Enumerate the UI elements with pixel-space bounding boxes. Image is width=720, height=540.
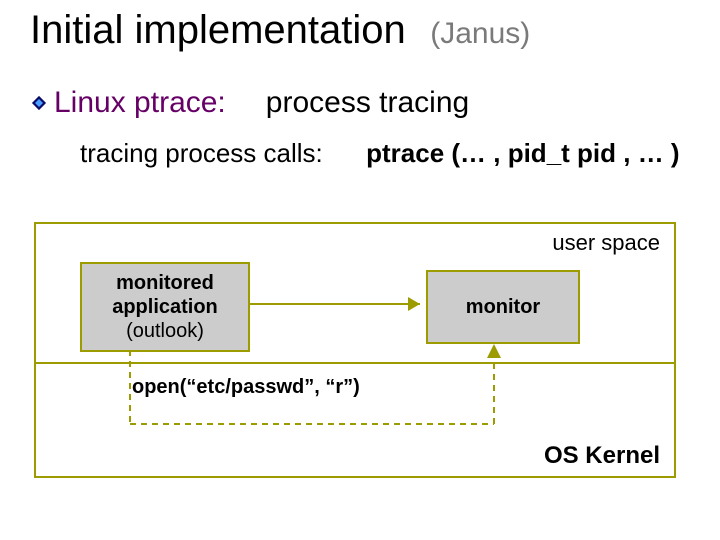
bullet-rest: process tracing [266, 86, 469, 120]
user-space-label: user space [552, 230, 660, 256]
diagram-frame: user space OS Kernel monitored applicati… [34, 222, 676, 478]
monitored-line3: (outlook) [82, 319, 248, 343]
diamond-bullet-icon [30, 86, 48, 120]
monitored-line1: monitored [82, 271, 248, 295]
os-kernel-label: OS Kernel [544, 442, 660, 470]
user-kernel-divider [36, 362, 674, 364]
syscall-label: open(“etc/passwd”, “r”) [132, 376, 360, 399]
bullet-label: Linux ptrace: [54, 86, 226, 120]
subline-call: ptrace (… , pid_t pid , … ) [366, 138, 679, 168]
slide-title: Initial implementation [30, 8, 406, 52]
monitored-app-box: monitored application (outlook) [80, 262, 250, 352]
monitor-box: monitor [426, 270, 580, 344]
subline-prefix: tracing process calls: [80, 138, 323, 168]
slide-subtitle: (Janus) [430, 17, 530, 50]
monitored-line2: application [82, 295, 248, 319]
subline: tracing process calls: ptrace (… , pid_t… [80, 136, 680, 171]
slide: Initial implementation (Janus) Linux ptr… [0, 0, 720, 540]
bullet-row: Linux ptrace: process tracing [30, 86, 469, 120]
monitor-label: monitor [428, 295, 578, 319]
title-row: Initial implementation (Janus) [30, 8, 690, 53]
